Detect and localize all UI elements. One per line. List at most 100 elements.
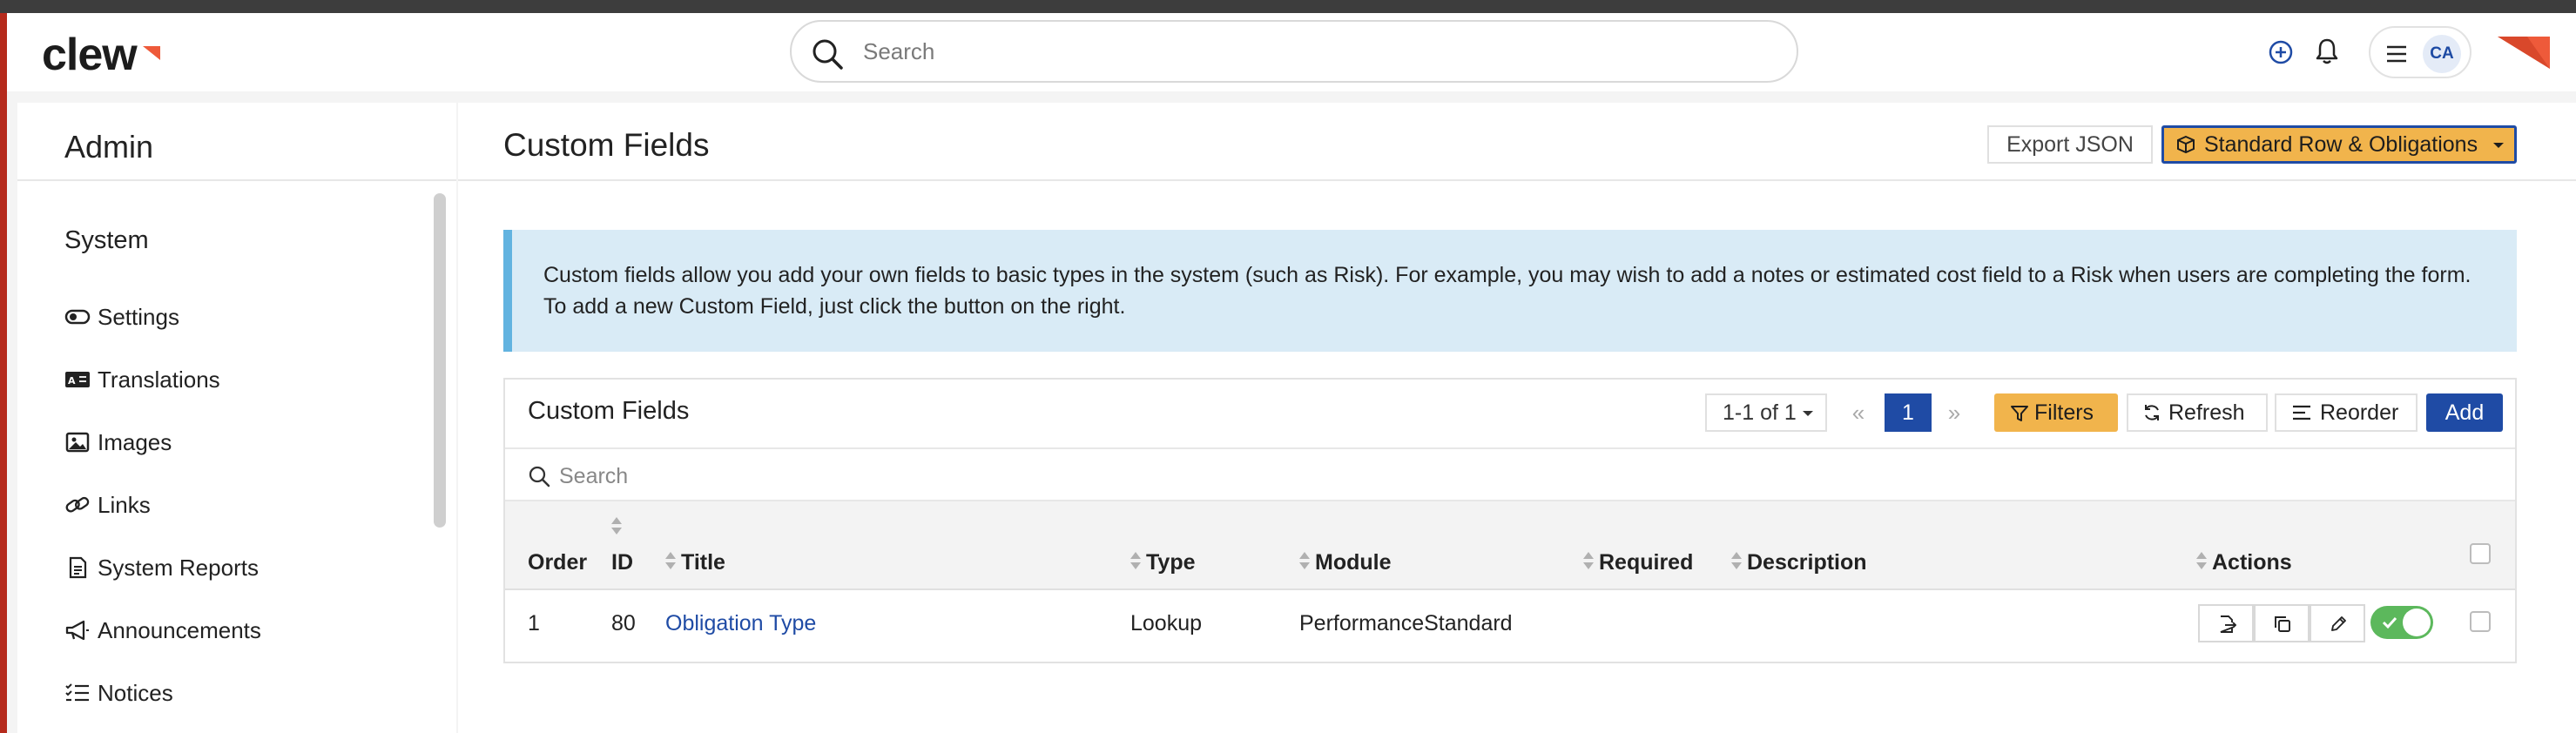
logo-accent-icon — [143, 46, 160, 60]
page-title: Custom Fields — [503, 127, 710, 163]
sort-icon[interactable] — [665, 552, 676, 569]
export-json-button[interactable]: Export JSON — [1987, 125, 2153, 164]
toggle-knob — [2403, 609, 2431, 636]
divider — [17, 179, 456, 181]
current-page-button[interactable]: 1 — [1885, 393, 1932, 432]
sort-icon[interactable] — [1731, 552, 1742, 569]
sidebar-item-settings[interactable]: Settings — [64, 299, 413, 334]
cell-module: PerformanceStandard — [1299, 611, 1513, 635]
column-header-type[interactable]: Type — [1146, 550, 1196, 575]
refresh-label: Refresh — [2168, 400, 2245, 425]
sidebar-item-label: System Reports — [98, 555, 259, 581]
filters-button[interactable]: Filters — [1994, 393, 2118, 432]
sidebar-item-announcements[interactable]: Announcements — [64, 613, 413, 648]
sidebar-item-label: Images — [98, 429, 172, 455]
search-placeholder: Search — [863, 38, 935, 64]
sidebar-item-notices[interactable]: Notices — [64, 676, 413, 710]
reorder-button[interactable]: Reorder — [2275, 393, 2418, 432]
sort-icon[interactable] — [1130, 552, 1141, 569]
table-header: Order ID Title Type Module Required Desc… — [505, 500, 2515, 590]
filter-icon — [2011, 406, 2028, 421]
row-checkbox[interactable] — [2470, 611, 2491, 632]
export-row-button[interactable] — [2198, 604, 2254, 642]
column-header-description[interactable]: Description — [1747, 550, 1867, 575]
reorder-icon — [2293, 405, 2310, 420]
enabled-toggle[interactable] — [2370, 606, 2433, 639]
sidebar-item-label: Settings — [98, 304, 179, 330]
column-header-required[interactable]: Required — [1599, 550, 1693, 575]
app-header: clew Search CA — [7, 13, 2576, 91]
last-page-button[interactable]: » — [1939, 393, 1970, 432]
info-text: Custom fields allow you add your own fie… — [543, 263, 2471, 319]
chevron-down-icon — [2493, 143, 2504, 148]
svg-text:A: A — [68, 375, 76, 387]
avatar: CA — [2423, 35, 2461, 73]
link-icon — [65, 496, 90, 513]
table-search-input[interactable]: Search — [559, 460, 628, 493]
sidebar-item-system-reports[interactable]: System Reports — [64, 550, 413, 585]
cell-id: 80 — [611, 611, 636, 635]
table-title: Custom Fields — [528, 397, 690, 425]
column-header-order: Order — [528, 550, 588, 575]
edit-row-button[interactable] — [2310, 604, 2365, 642]
divider — [458, 179, 2576, 181]
page-range-dropdown[interactable]: 1-1 of 1 — [1705, 393, 1827, 432]
info-alert: Custom fields allow you add your own fie… — [503, 230, 2517, 352]
sidebar-scrollbar[interactable] — [434, 193, 446, 528]
sort-icon[interactable] — [1299, 552, 1310, 569]
standard-row-label: Standard Row & Obligations — [2204, 132, 2478, 157]
megaphone-icon — [65, 620, 89, 641]
menu-icon — [2387, 45, 2406, 63]
file-export-icon — [2220, 615, 2236, 633]
sidebar-item-links[interactable]: Links — [64, 488, 413, 522]
global-search-input[interactable]: Search — [790, 20, 1798, 83]
pencil-icon — [2331, 616, 2346, 631]
check-icon — [2382, 616, 2397, 629]
toggle-icon — [64, 309, 91, 325]
refresh-icon — [2145, 405, 2159, 420]
sidebar-item-label: Announcements — [98, 617, 261, 643]
standard-row-dropdown-button[interactable]: Standard Row & Obligations — [2161, 125, 2517, 164]
add-custom-field-button[interactable]: Add — [2426, 393, 2503, 432]
sidebar-item-label: Notices — [98, 680, 173, 706]
copy-icon — [2275, 616, 2290, 632]
cell-type: Lookup — [1130, 611, 1203, 635]
brand-edge-bar — [0, 13, 7, 733]
duplicate-row-button[interactable] — [2254, 604, 2310, 642]
sort-icon[interactable] — [611, 517, 622, 535]
sidebar-section-heading: System — [64, 226, 149, 254]
column-header-title[interactable]: Title — [681, 550, 725, 575]
sidebar-item-label: Translations — [98, 366, 220, 393]
bell-icon[interactable] — [2313, 37, 2341, 66]
sort-icon[interactable] — [1583, 552, 1594, 569]
sort-icon[interactable] — [2196, 552, 2207, 569]
search-icon — [529, 466, 550, 488]
main-content: Custom Fields Export JSON Standard Row &… — [458, 103, 2576, 733]
window-top-bar — [0, 0, 2576, 13]
divider — [505, 447, 2515, 449]
logo-text: clew — [42, 30, 138, 80]
admin-sidebar: Admin System Settings A Translations Ima… — [17, 103, 456, 733]
cell-title-link[interactable]: Obligation Type — [665, 608, 816, 639]
sidebar-item-label: Links — [98, 492, 151, 518]
report-icon — [69, 556, 87, 579]
sidebar-title: Admin — [64, 129, 154, 165]
list-icon — [65, 683, 89, 702]
chevron-down-icon — [1803, 411, 1813, 416]
app-logo[interactable]: clew — [42, 29, 172, 81]
translate-icon: A — [65, 372, 90, 387]
select-all-checkbox[interactable] — [2470, 543, 2491, 564]
sidebar-item-images[interactable]: Images — [64, 425, 413, 460]
add-circle-icon[interactable] — [2268, 39, 2294, 65]
custom-fields-table-card: Custom Fields 1-1 of 1 « 1 » Filters Ref… — [503, 378, 2517, 663]
column-header-actions: Actions — [2212, 550, 2292, 575]
column-header-module[interactable]: Module — [1315, 550, 1392, 575]
cell-order: 1 — [528, 611, 540, 635]
sidebar-item-translations[interactable]: A Translations — [64, 362, 413, 397]
first-page-button[interactable]: « — [1843, 393, 1874, 432]
column-header-id[interactable]: ID — [611, 550, 633, 575]
search-icon — [813, 39, 843, 70]
refresh-button[interactable]: Refresh — [2127, 393, 2268, 432]
page-range-label: 1-1 of 1 — [1723, 400, 1797, 425]
user-menu-button[interactable]: CA — [2369, 26, 2471, 78]
